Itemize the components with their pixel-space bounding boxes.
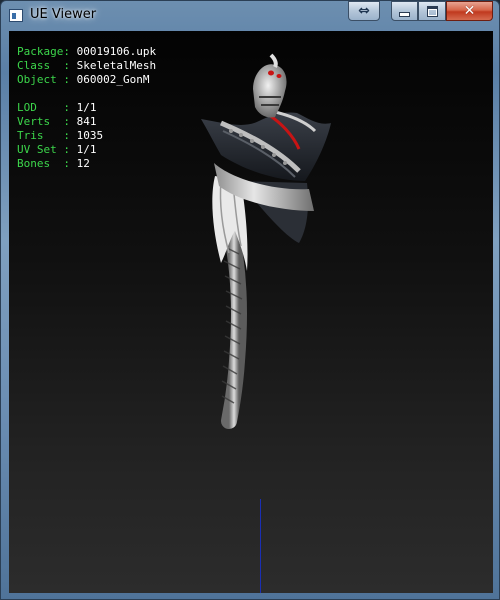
axis-z-line xyxy=(260,499,261,593)
skull-ornament-mesh xyxy=(253,53,287,118)
title-bar[interactable]: UE Viewer ⇔ ✕ xyxy=(1,1,499,31)
3d-viewport[interactable]: Package: 00019106.upk Class : SkeletalMe… xyxy=(9,31,493,593)
close-icon: ✕ xyxy=(463,3,476,19)
maximize-icon xyxy=(426,5,438,17)
window-title: UE Viewer xyxy=(30,7,97,22)
maximize-button[interactable] xyxy=(418,1,446,21)
double-arrow-icon: ⇔ xyxy=(358,3,370,19)
app-window: UE Viewer ⇔ ✕ Package: 00019106.upk Clas… xyxy=(0,0,500,600)
skeletal-mesh-render xyxy=(201,53,331,429)
braid-mesh xyxy=(221,223,247,429)
resize-toggle-button[interactable]: ⇔ xyxy=(348,1,380,21)
minimize-button[interactable] xyxy=(391,1,418,21)
close-button[interactable]: ✕ xyxy=(446,1,493,21)
minimize-icon xyxy=(399,11,410,17)
app-window-icon xyxy=(9,9,23,22)
